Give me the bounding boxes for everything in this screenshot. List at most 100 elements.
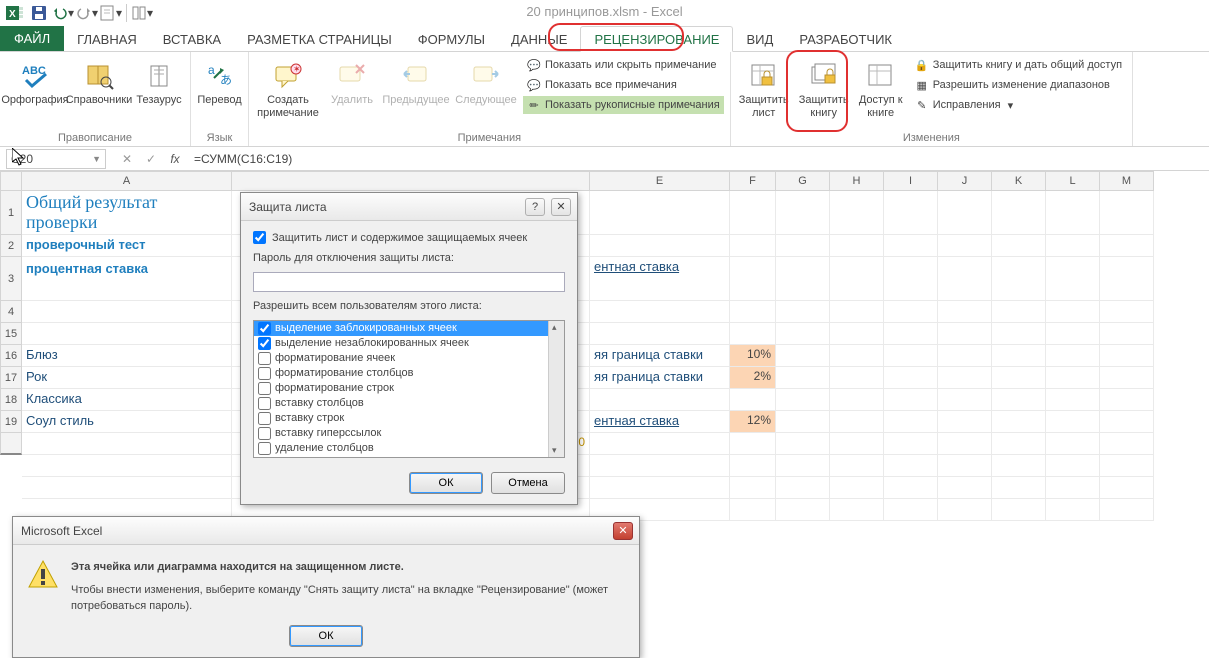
tab-home[interactable]: ГЛАВНАЯ xyxy=(64,27,150,51)
allow-edit-ranges[interactable]: ▦Разрешить изменение диапазонов xyxy=(911,76,1126,94)
track-changes[interactable]: ✎Исправления ▾ xyxy=(911,96,1126,114)
show-ink[interactable]: ✏Показать рукописные примечания xyxy=(523,96,724,114)
permission-item[interactable]: выделение незаблокированных ячеек xyxy=(254,336,564,351)
row-header[interactable]: 15 xyxy=(0,323,22,345)
permission-item[interactable]: форматирование ячеек xyxy=(254,351,564,366)
ribbon-tabs: ФАЙЛ ГЛАВНАЯ ВСТАВКА РАЗМЕТКА СТРАНИЦЫ Ф… xyxy=(0,26,1209,52)
row-header[interactable]: 19 xyxy=(0,411,22,433)
name-box[interactable]: C20▼ xyxy=(6,149,106,169)
new-comment-button[interactable]: ✶ Создать примечание xyxy=(255,56,321,119)
showhide-comment[interactable]: 💬Показать или скрыть примечание xyxy=(523,56,724,74)
undo-icon[interactable]: ▾ xyxy=(52,2,74,24)
col-header[interactable]: H xyxy=(830,171,884,191)
permissions-list[interactable]: выделение заблокированных ячеек выделени… xyxy=(253,320,565,458)
help-button[interactable]: ? xyxy=(525,198,545,216)
excel-app-icon[interactable]: X xyxy=(4,2,26,24)
ok-button[interactable]: ОК xyxy=(409,472,483,494)
cell[interactable]: 12% xyxy=(730,411,776,433)
col-header[interactable]: M xyxy=(1100,171,1154,191)
ok-button[interactable]: ОК xyxy=(289,625,363,647)
research-icon xyxy=(83,60,115,92)
touch-mode-icon[interactable]: ▾ xyxy=(131,2,153,24)
cell[interactable]: яя граница ставки xyxy=(590,367,730,389)
cancel-formula-icon[interactable]: ✕ xyxy=(118,150,136,168)
dialog-titlebar[interactable]: Защита листа ? ✕ xyxy=(241,193,577,221)
cell[interactable]: проверочный тест xyxy=(22,235,232,257)
row-header[interactable]: 2 xyxy=(0,235,22,257)
col-header-hidden[interactable] xyxy=(232,171,590,191)
tab-view[interactable]: ВИД xyxy=(733,27,786,51)
prev-comment-button: Предыдущее xyxy=(383,56,449,107)
row-header[interactable]: 1 xyxy=(0,191,22,235)
row-header[interactable]: 17 xyxy=(0,367,22,389)
translate-button[interactable]: aあ Перевод xyxy=(197,56,242,107)
new-sheet-icon[interactable]: ▾ xyxy=(100,2,122,24)
permission-item[interactable]: вставку столбцов xyxy=(254,396,564,411)
cell[interactable]: ентная ставка xyxy=(590,257,730,301)
col-header[interactable]: K xyxy=(992,171,1046,191)
col-header[interactable]: J xyxy=(938,171,992,191)
next-comment-button: Следующее xyxy=(455,56,517,107)
col-header[interactable]: E xyxy=(590,171,730,191)
tab-review[interactable]: РЕЦЕНЗИРОВАНИЕ xyxy=(580,26,733,52)
col-header[interactable]: L xyxy=(1046,171,1100,191)
close-button[interactable]: ✕ xyxy=(613,522,633,540)
save-icon[interactable] xyxy=(28,2,50,24)
permission-item[interactable]: форматирование столбцов xyxy=(254,366,564,381)
permission-item[interactable]: форматирование строк xyxy=(254,381,564,396)
tab-developer[interactable]: РАЗРАБОТЧИК xyxy=(786,27,905,51)
col-header[interactable]: F xyxy=(730,171,776,191)
col-header[interactable]: I xyxy=(884,171,938,191)
tab-page-layout[interactable]: РАЗМЕТКА СТРАНИЦЫ xyxy=(234,27,405,51)
tab-data[interactable]: ДАННЫЕ xyxy=(498,27,580,51)
row-header[interactable]: 16 xyxy=(0,345,22,367)
comments-options: 💬Показать или скрыть примечание 💬Показат… xyxy=(523,56,724,114)
dialog-titlebar[interactable]: Microsoft Excel ✕ xyxy=(13,517,639,545)
permission-item[interactable]: удаление столбцов xyxy=(254,441,564,456)
cell[interactable]: Классика xyxy=(22,389,232,411)
cell[interactable]: Рок xyxy=(22,367,232,389)
permission-item[interactable]: вставку гиперссылок xyxy=(254,426,564,441)
permission-item[interactable]: вставку строк xyxy=(254,411,564,426)
row-header[interactable] xyxy=(0,433,22,455)
fx-icon[interactable]: fx xyxy=(166,150,184,168)
spelling-button[interactable]: ABC Орфография xyxy=(6,56,64,107)
row-header[interactable]: 18 xyxy=(0,389,22,411)
col-header[interactable]: G xyxy=(776,171,830,191)
window-title: 20 принципов.xlsm - Excel xyxy=(526,4,682,19)
cell[interactable]: ентная ставка xyxy=(590,411,730,433)
comments-icon: 💬 xyxy=(527,78,541,92)
permission-item[interactable]: выделение заблокированных ячеек xyxy=(254,321,564,336)
row-header[interactable]: 3 xyxy=(0,257,22,301)
cancel-button[interactable]: Отмена xyxy=(491,472,565,494)
cell[interactable]: яя граница ставки xyxy=(590,345,730,367)
tab-formulas[interactable]: ФОРМУЛЫ xyxy=(405,27,498,51)
protect-sheet-button[interactable]: Защитить лист xyxy=(737,56,791,119)
scrollbar[interactable] xyxy=(548,321,564,457)
thesaurus-button[interactable]: Тезаурус xyxy=(134,56,184,107)
enter-formula-icon[interactable]: ✓ xyxy=(142,150,160,168)
permission-item[interactable]: удаление строк xyxy=(254,456,564,458)
share-workbook-button[interactable]: Доступ к книге xyxy=(857,56,905,119)
svg-text:a: a xyxy=(208,63,215,77)
row-header[interactable]: 4 xyxy=(0,301,22,323)
password-input[interactable] xyxy=(253,272,565,292)
select-all-corner[interactable] xyxy=(0,171,22,191)
protect-workbook-button[interactable]: Защитить книгу xyxy=(797,56,851,119)
tab-insert[interactable]: ВСТАВКА xyxy=(150,27,234,51)
cell[interactable]: Общий результат проверки xyxy=(22,191,232,235)
cell[interactable]: 2% xyxy=(730,367,776,389)
research-button[interactable]: Справочники xyxy=(70,56,128,107)
protect-and-share[interactable]: 🔒Защитить книгу и дать общий доступ xyxy=(911,56,1126,74)
protect-contents-checkbox[interactable]: Защитить лист и содержимое защищаемых яч… xyxy=(253,231,565,244)
cell[interactable]: Соул стиль xyxy=(22,411,232,433)
close-button[interactable]: ✕ xyxy=(551,198,571,216)
cell[interactable]: 10% xyxy=(730,345,776,367)
tab-file[interactable]: ФАЙЛ xyxy=(0,26,64,51)
col-header[interactable]: A xyxy=(22,171,232,191)
cell[interactable]: процентная ставка xyxy=(22,257,232,301)
formula-input[interactable]: =СУММ(C16:C19) xyxy=(190,152,1209,166)
cell[interactable]: Блюз xyxy=(22,345,232,367)
redo-icon[interactable]: ▾ xyxy=(76,2,98,24)
show-all-comments[interactable]: 💬Показать все примечания xyxy=(523,76,724,94)
